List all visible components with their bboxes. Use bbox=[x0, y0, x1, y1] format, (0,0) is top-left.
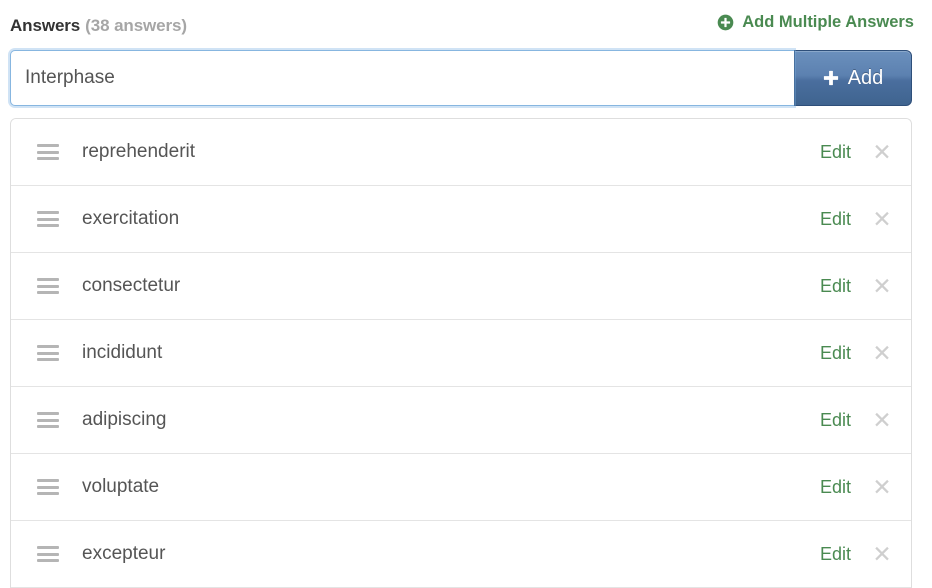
drag-handle-icon[interactable] bbox=[37, 345, 59, 361]
answers-heading: Answers (38 answers) bbox=[10, 16, 187, 36]
close-icon[interactable]: ✕ bbox=[871, 409, 893, 432]
page-title: Answers bbox=[10, 16, 81, 35]
drag-handle-icon[interactable] bbox=[37, 412, 59, 428]
plus-circle-icon bbox=[717, 14, 734, 31]
drag-handle-icon[interactable] bbox=[37, 546, 59, 562]
table-row[interactable]: consectetur Edit ✕ bbox=[11, 253, 911, 320]
answer-text: consectetur bbox=[82, 275, 181, 296]
drag-handle-icon[interactable] bbox=[37, 144, 59, 160]
table-row[interactable]: adipiscing Edit ✕ bbox=[11, 387, 911, 454]
close-icon[interactable]: ✕ bbox=[871, 208, 893, 231]
answers-panel: Answers (38 answers) Add Multiple Answers… bbox=[0, 0, 932, 588]
edit-answer-link[interactable]: Edit bbox=[820, 276, 851, 297]
add-multiple-answers-label: Add Multiple Answers bbox=[742, 13, 914, 31]
new-answer-row: Add bbox=[10, 50, 922, 106]
close-icon[interactable]: ✕ bbox=[871, 141, 893, 164]
edit-answer-link[interactable]: Edit bbox=[820, 142, 851, 163]
table-row[interactable]: reprehenderit Edit ✕ bbox=[11, 119, 911, 186]
answers-count: (38 answers) bbox=[85, 16, 187, 35]
answers-list: reprehenderit Edit ✕ exercitation Edit ✕… bbox=[10, 118, 912, 588]
close-icon[interactable]: ✕ bbox=[871, 342, 893, 365]
drag-handle-icon[interactable] bbox=[37, 278, 59, 294]
edit-answer-link[interactable]: Edit bbox=[820, 410, 851, 431]
answer-text: reprehenderit bbox=[82, 141, 196, 162]
answers-header: Answers (38 answers) Add Multiple Answers bbox=[10, 0, 922, 44]
add-answer-label: Add bbox=[847, 66, 884, 89]
table-row[interactable]: exercitation Edit ✕ bbox=[11, 186, 911, 253]
table-row[interactable]: incididunt Edit ✕ bbox=[11, 320, 911, 387]
edit-answer-link[interactable]: Edit bbox=[820, 544, 851, 565]
table-row[interactable]: voluptate Edit ✕ bbox=[11, 454, 911, 521]
answer-text: excepteur bbox=[82, 543, 166, 564]
add-answer-button[interactable]: Add bbox=[794, 50, 912, 106]
answer-text: adipiscing bbox=[82, 409, 167, 430]
answer-text: incididunt bbox=[82, 342, 163, 363]
answer-text: voluptate bbox=[82, 476, 160, 497]
answer-text: exercitation bbox=[82, 208, 180, 229]
edit-answer-link[interactable]: Edit bbox=[820, 343, 851, 364]
table-row[interactable]: excepteur Edit ✕ bbox=[11, 521, 911, 588]
answer-input[interactable] bbox=[10, 50, 794, 106]
close-icon[interactable]: ✕ bbox=[871, 275, 893, 298]
edit-answer-link[interactable]: Edit bbox=[820, 477, 851, 498]
close-icon[interactable]: ✕ bbox=[871, 476, 893, 499]
close-icon[interactable]: ✕ bbox=[871, 543, 893, 566]
plus-icon bbox=[823, 70, 838, 86]
add-multiple-answers-link[interactable]: Add Multiple Answers bbox=[717, 13, 922, 32]
drag-handle-icon[interactable] bbox=[37, 211, 59, 227]
edit-answer-link[interactable]: Edit bbox=[820, 209, 851, 230]
answer-input-wrap bbox=[10, 50, 794, 106]
drag-handle-icon[interactable] bbox=[37, 479, 59, 495]
